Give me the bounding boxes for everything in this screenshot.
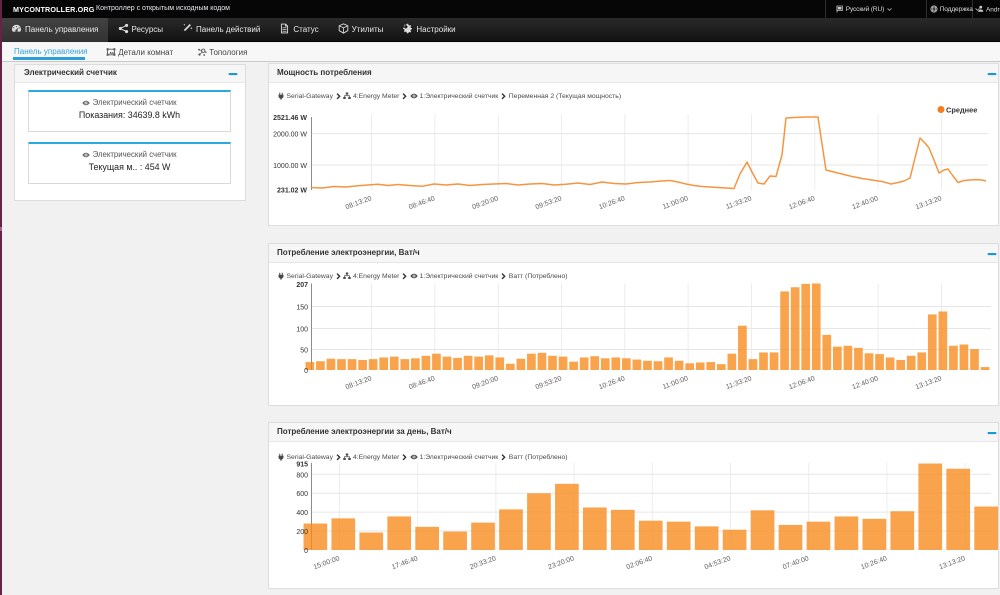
svg-text:09:53:20: 09:53:20 [535,375,563,391]
svg-text:02:06:40: 02:06:40 [625,555,653,571]
svg-text:150: 150 [296,305,308,312]
svg-text:10:26:40: 10:26:40 [860,555,888,571]
svg-text:07:40:00: 07:40:00 [782,555,810,571]
svg-text:0: 0 [304,368,308,375]
svg-text:915: 915 [296,461,308,468]
svg-text:15:00:00: 15:00:00 [313,555,341,571]
svg-text:800: 800 [296,472,308,479]
svg-text:09:20:00: 09:20:00 [471,375,499,391]
svg-text:23:20:00: 23:20:00 [547,555,575,571]
svg-text:10:26:40: 10:26:40 [598,375,626,391]
svg-text:100: 100 [296,327,308,334]
svg-text:17:46:40: 17:46:40 [391,555,419,571]
svg-text:04:53:20: 04:53:20 [704,555,732,571]
svg-text:13:13:20: 13:13:20 [938,555,966,571]
svg-text:0: 0 [304,548,308,555]
svg-text:50: 50 [300,348,308,355]
svg-text:11:33:20: 11:33:20 [725,375,753,391]
svg-text:12:40:00: 12:40:00 [851,375,879,391]
svg-text:207: 207 [296,282,308,289]
svg-text:13:13:20: 13:13:20 [915,375,943,391]
svg-text:12:06:40: 12:06:40 [788,375,816,391]
svg-text:20:33:20: 20:33:20 [469,555,497,571]
svg-text:08:46:40: 08:46:40 [408,375,436,391]
svg-text:600: 600 [296,491,308,498]
svg-text:400: 400 [296,510,308,517]
svg-text:200: 200 [296,529,308,536]
svg-text:08:13:20: 08:13:20 [345,375,373,391]
svg-text:11:00:00: 11:00:00 [662,375,690,391]
